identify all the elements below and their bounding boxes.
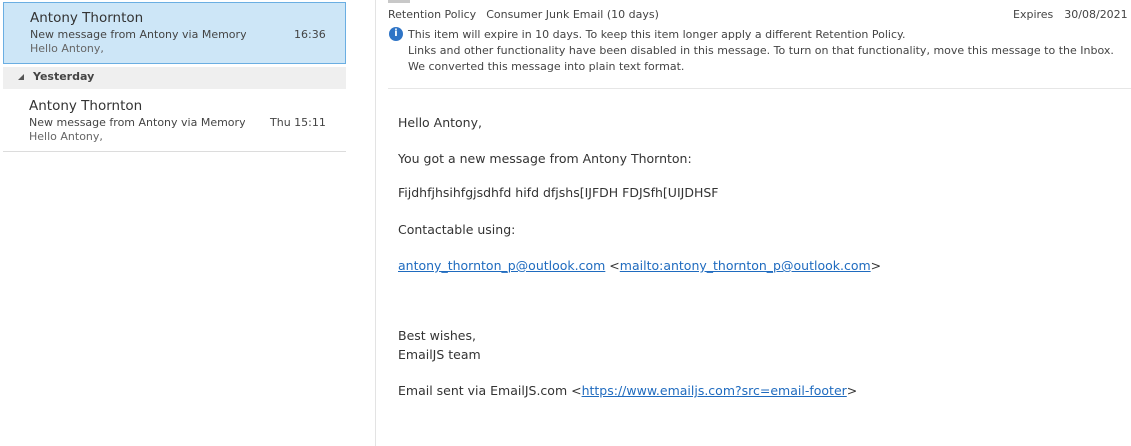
header-divider: [388, 88, 1131, 89]
pane-divider[interactable]: [375, 0, 376, 446]
expires-label: Expires: [1013, 8, 1054, 21]
body-footer: Email sent via EmailJS.com <https://www.…: [398, 383, 857, 398]
body-signoff: Best wishes,: [398, 328, 476, 343]
message-item[interactable]: Antony Thornton New message from Antony …: [3, 90, 346, 152]
mailto-close: >: [870, 258, 882, 273]
expires-info: Expires 30/08/2021: [1013, 8, 1128, 21]
body-greeting: Hello Antony,: [398, 115, 482, 130]
message-preview: Hello Antony,: [29, 130, 103, 143]
group-header-yesterday[interactable]: Yesterday: [3, 67, 346, 89]
body-signature: EmailJS team: [398, 347, 481, 362]
expires-date: 30/08/2021: [1064, 8, 1128, 21]
body-contact-line: antony_thornton_p@outlook.com <mailto:an…: [398, 258, 881, 273]
message-time: Thu 15:11: [270, 116, 326, 129]
retention-label: Retention Policy: [388, 8, 477, 21]
message-sender: Antony Thornton: [30, 10, 144, 26]
group-header-label: Yesterday: [33, 70, 95, 83]
mailto-open: <: [605, 258, 620, 273]
info-bar-line[interactable]: Links and other functionality have been …: [408, 44, 1114, 57]
info-bar-line[interactable]: This item will expire in 10 days. To kee…: [408, 28, 905, 41]
body-intro: You got a new message from Antony Thornt…: [398, 151, 692, 166]
message-preview: Hello Antony,: [30, 42, 104, 55]
collapse-triangle-icon[interactable]: [18, 74, 24, 80]
body-contact-label: Contactable using:: [398, 222, 516, 237]
footer-close: >: [846, 383, 858, 398]
body-message-text: Fijdhfjhsihfgjsdhfd hifd dfjshs[IJFDH FD…: [398, 185, 719, 200]
info-icon: i: [389, 27, 403, 41]
message-time: 16:36: [294, 28, 326, 41]
info-bar-line[interactable]: We converted this message into plain tex…: [408, 60, 684, 73]
message-sender: Antony Thornton: [29, 98, 143, 114]
retention-policy: Retention Policy Consumer Junk Email (10 …: [388, 8, 659, 21]
footer-link[interactable]: https://www.emailjs.com?src=email-footer: [582, 383, 847, 398]
message-subject: New message from Antony via Memory ...: [29, 116, 245, 129]
mailto-link[interactable]: mailto:antony_thornton_p@outlook.com: [620, 258, 871, 273]
header-top-fragment: [388, 0, 410, 3]
email-link[interactable]: antony_thornton_p@outlook.com: [398, 258, 605, 273]
message-item-selected[interactable]: Antony Thornton New message from Antony …: [3, 2, 346, 64]
retention-value: Consumer Junk Email (10 days): [486, 8, 659, 21]
footer-text: Email sent via EmailJS.com <: [398, 383, 582, 398]
message-list: Antony Thornton New message from Antony …: [0, 0, 350, 446]
message-subject: New message from Antony via Memory ...: [30, 28, 246, 41]
